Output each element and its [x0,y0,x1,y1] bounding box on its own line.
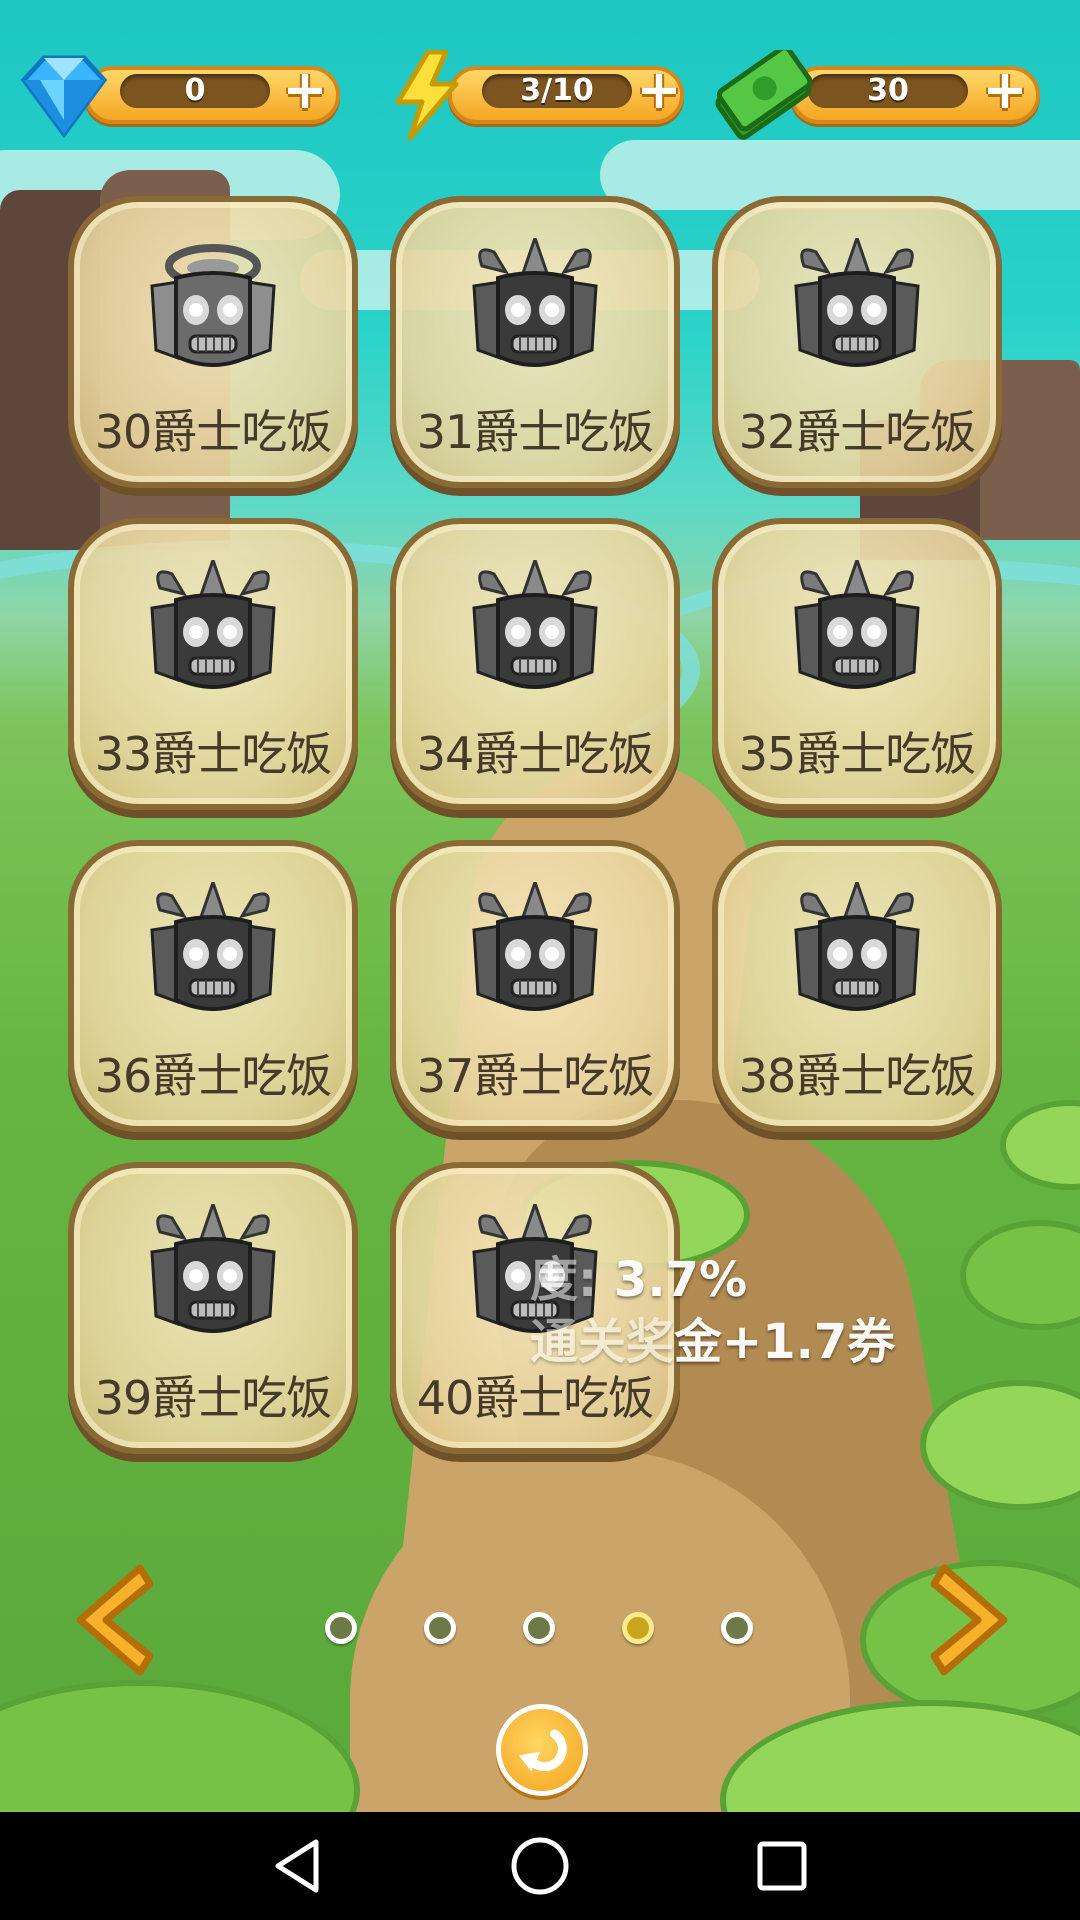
page-dot[interactable] [424,1612,456,1644]
tiki-mask-icon [794,882,920,1011]
lightning-icon [395,50,459,140]
gems-value: 0 [120,74,270,108]
level-tile[interactable]: 34爵士吃饭 [390,518,680,810]
reward-text: 通关奖金+1.7券 [530,1302,895,1372]
progress-label: 度: [530,1252,598,1308]
cash-value: 30 [808,74,968,108]
level-tile[interactable]: 33爵士吃饭 [68,518,358,810]
diamond-icon [20,55,108,139]
page-dot[interactable] [622,1612,654,1644]
back-button[interactable] [496,1704,588,1796]
level-tile[interactable]: 35爵士吃饭 [712,518,1002,810]
page-dot[interactable] [523,1612,555,1644]
tiki-mask-icon [150,244,276,367]
page-indicator [0,1612,1080,1648]
reward-label: 通关奖 [530,1314,675,1370]
level-label: 35爵士吃饭 [738,727,977,781]
system-nav-bar [0,1812,1080,1920]
level-label: 36爵士吃饭 [94,1049,333,1103]
level-tile[interactable]: 38爵士吃饭 [712,840,1002,1132]
level-label: 30爵士吃饭 [94,405,333,459]
energy-value: 3/10 [482,74,632,108]
nav-back-icon[interactable] [266,1834,330,1898]
tiki-mask-icon [150,1204,276,1333]
page-dot[interactable] [721,1612,753,1644]
level-label: 37爵士吃饭 [416,1049,655,1103]
tiki-mask-icon [794,238,920,367]
gems-counter: 0 + [14,55,344,139]
page-dot[interactable] [325,1612,357,1644]
add-energy-button[interactable]: + [634,63,684,118]
tiki-mask-icon [794,560,920,689]
tiki-mask-icon [150,882,276,1011]
level-tile[interactable]: 32爵士吃饭 [712,196,1002,488]
level-label: 38爵士吃饭 [738,1049,977,1103]
tiki-mask-icon [472,560,598,689]
tiki-mask-icon [472,882,598,1011]
level-tile[interactable]: 31爵士吃饭 [390,196,680,488]
reward-value: 金+1.7券 [674,1314,896,1370]
nav-recents-icon[interactable] [750,1834,814,1898]
level-label: 33爵士吃饭 [94,727,333,781]
level-tile[interactable]: 37爵士吃饭 [390,840,680,1132]
return-icon [518,1729,567,1772]
progress-value: 3.7% [613,1252,748,1308]
energy-counter: 3/10 + [388,50,698,140]
level-tile[interactable]: 36爵士吃饭 [68,840,358,1132]
level-tile[interactable]: 30爵士吃饭 [68,196,358,488]
level-label: 34爵士吃饭 [416,727,655,781]
nav-home-icon[interactable] [508,1834,572,1898]
add-cash-button[interactable]: + [980,63,1030,118]
cash-icon [715,50,812,140]
level-label: 31爵士吃饭 [416,405,655,459]
progress-text: 度: 3.7% [530,1240,747,1310]
cash-counter: 30 + [712,50,1042,140]
tiki-mask-icon [150,560,276,689]
tiki-mask-icon [472,238,598,367]
level-label: 39爵士吃饭 [94,1371,333,1425]
add-gems-button[interactable]: + [280,63,330,118]
level-tile[interactable]: 39爵士吃饭 [68,1162,358,1454]
level-label: 32爵士吃饭 [738,405,977,459]
